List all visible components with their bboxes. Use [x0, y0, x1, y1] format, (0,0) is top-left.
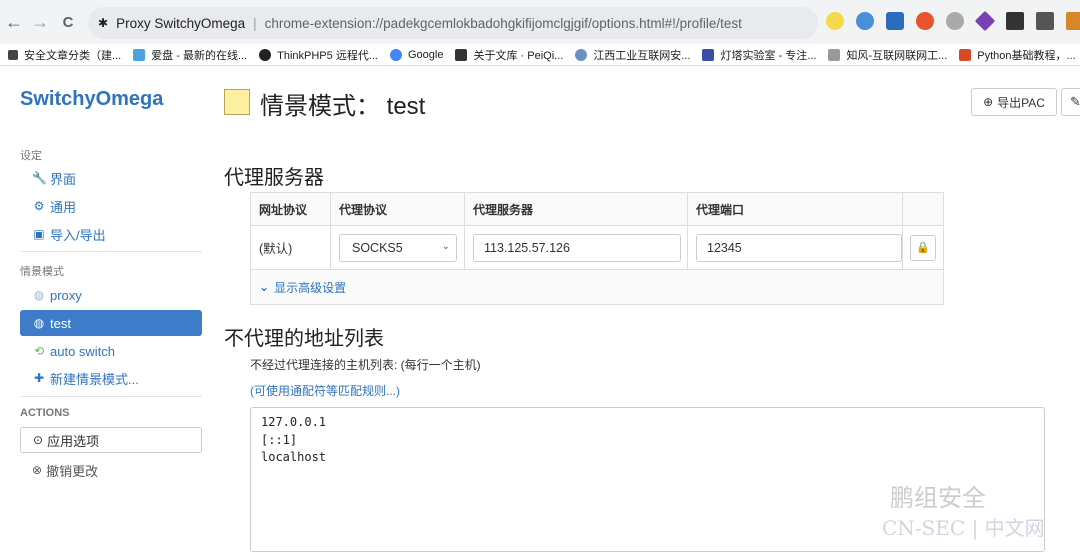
column-header: 代理协议 — [331, 193, 465, 225]
bookmark-item[interactable]: ThinkPHP5 远程代... — [259, 47, 378, 63]
bookmark-item[interactable]: 关于文库 · PeiQi... — [455, 47, 563, 63]
section-settings-heading: 设定 — [20, 150, 42, 162]
bypass-description: 不经过代理连接的主机列表: (每行一个主机) — [250, 358, 481, 372]
page-title: 情景模式： test — [260, 93, 426, 120]
c-logo-icon — [959, 48, 972, 61]
lock-icon[interactable]: 🔒 — [910, 234, 936, 261]
auth-cell: 🔒 — [903, 226, 943, 269]
column-header: 代理服务器 — [465, 193, 688, 225]
sidebar-item-auto-switch[interactable]: ⟲ auto switch — [20, 338, 202, 364]
protocol-select[interactable]: SOCKS5 ⌄ — [339, 233, 457, 262]
bookmark-item[interactable]: 灯塔实验室 - 专注... — [702, 47, 816, 63]
bypass-line: localhost — [261, 450, 327, 464]
extension-diamond-icon[interactable] — [974, 10, 996, 32]
proxy-servers-heading: 代理服务器 — [224, 167, 324, 189]
bookmark-item[interactable]: Python基础教程，... — [959, 47, 1076, 63]
globe-icon: ◍ — [33, 316, 45, 330]
protocol-cell: SOCKS5 ⌄ — [331, 226, 465, 269]
shield-icon — [702, 48, 715, 61]
sidebar-item-interface[interactable]: 🔧 界面 — [20, 165, 202, 191]
sidebar-item-proxy[interactable]: ◍ proxy — [20, 282, 202, 308]
floppy-icon: ▣ — [33, 227, 45, 241]
bookmark-item[interactable]: 安全文章分类（建... — [8, 47, 121, 63]
table-row: (默认) SOCKS5 ⌄ 113.125.57.126 12345 🔒 — [251, 226, 943, 270]
main-content: 情景模式： test ⊕ 导出PAC ✎ 代理服务器 网址协议 代理协议 代理服务… — [214, 66, 1080, 552]
proxy-table: 网址协议 代理协议 代理服务器 代理端口 (默认) SOCKS5 ⌄ 113.12… — [250, 192, 944, 305]
show-advanced-link[interactable]: ⌄ 显示高级设置 — [251, 270, 943, 304]
extension-infinity-icon[interactable] — [916, 12, 934, 30]
bookmark-item[interactable]: 知风-互联网联网工... — [828, 47, 947, 63]
bookmarks-bar: 安全文章分类（建... 爱盘 - 最新的在线... ThinkPHP5 远程代.… — [0, 44, 1080, 66]
url-text: chrome-extension://padekgcemlokbadohgkif… — [264, 15, 742, 31]
apply-options-button[interactable]: ⊙ 应用选项 — [20, 427, 202, 453]
bookmark-item[interactable]: 江西工业互联网安... — [575, 47, 690, 63]
sidebar: SwitchyOmega 设定 🔧 界面 ⚙ 通用 ▣ 导入/导出 情景模式 ◍ pro… — [0, 66, 214, 543]
wind-icon — [828, 48, 841, 61]
gear-icon: ⚙ — [33, 199, 45, 213]
wildcard-rules-link[interactable]: (可使用通配符等匹配规则...) — [250, 382, 400, 399]
separator: | — [253, 15, 257, 31]
extension-globe-icon[interactable] — [856, 12, 874, 30]
globe-icon — [259, 48, 272, 61]
google-icon — [389, 48, 402, 61]
edit-button[interactable]: ✎ — [1061, 88, 1080, 116]
edit-icon: ✎ — [1070, 94, 1080, 109]
extension-icons — [826, 10, 1080, 32]
wrench-icon: 🔧 — [32, 171, 47, 185]
extension-qr-icon[interactable] — [1036, 12, 1054, 30]
forward-button[interactable]: → — [28, 10, 52, 34]
bookmark-item[interactable]: Google — [389, 48, 443, 61]
reload-button[interactable]: C — [56, 10, 80, 34]
bookmark-item[interactable]: 爱盘 - 最新的在线... — [133, 47, 247, 63]
watermark-site: CN-SEC | 中文网 — [882, 516, 1045, 540]
export-pac-button[interactable]: ⊕ 导出PAC — [971, 88, 1057, 116]
divider — [20, 396, 202, 397]
chevron-down-icon: ⌄ — [441, 240, 450, 252]
sidebar-item-new-profile[interactable]: ✚ 新建情景模式... — [20, 365, 202, 391]
tab-title: Proxy SwitchyOmega — [116, 15, 246, 31]
server-input[interactable]: 113.125.57.126 — [473, 233, 681, 262]
scheme-cell: (默认) — [251, 226, 331, 269]
sidebar-item-test[interactable]: ◍ test — [20, 310, 202, 336]
chevron-down-icon: ⌄ — [259, 280, 270, 294]
column-header: 代理端口 — [688, 193, 903, 225]
column-header: 网址协议 — [251, 193, 331, 225]
section-actions-heading: ACTIONS — [20, 407, 70, 419]
port-input[interactable]: 12345 — [696, 233, 902, 262]
bypass-line: [::1] — [261, 432, 298, 447]
sidebar-item-general[interactable]: ⚙ 通用 — [20, 193, 202, 219]
profile-color-swatch[interactable] — [224, 89, 250, 115]
extension-sun-icon[interactable] — [826, 12, 844, 30]
grid-icon — [8, 49, 18, 60]
bypass-line: 127.0.0.1 — [261, 415, 327, 429]
extension-gear-icon[interactable] — [946, 12, 964, 30]
watermark-text: 鹏组安全 — [890, 484, 986, 512]
plus-icon: ✚ — [33, 371, 45, 385]
table-header-row: 网址协议 代理协议 代理服务器 代理端口 — [251, 193, 943, 226]
server-cell: 113.125.57.126 — [465, 226, 688, 269]
x-circle-icon: ⊗ — [32, 463, 43, 477]
port-cell: 12345 — [688, 226, 903, 269]
extension-pen-icon[interactable] — [1006, 12, 1024, 30]
extension-paragraph-icon[interactable] — [1066, 12, 1080, 30]
book-icon — [455, 48, 468, 61]
brand-title: SwitchyOmega — [20, 88, 164, 110]
address-bar[interactable]: ✱ Proxy SwitchyOmega | chrome-extension:… — [88, 7, 818, 39]
download-icon: ⊕ — [983, 95, 994, 109]
extension-n-icon[interactable] — [886, 12, 904, 30]
browser-toolbar: ← → C ✱ Proxy SwitchyOmega | chrome-exte… — [0, 0, 1080, 44]
column-header — [903, 193, 943, 225]
globe-icon: ◍ — [33, 288, 45, 302]
back-button[interactable]: ← — [2, 10, 26, 34]
section-profiles-heading: 情景模式 — [20, 266, 64, 278]
sidebar-item-import-export[interactable]: ▣ 导入/导出 — [20, 221, 202, 247]
bypass-list-heading: 不代理的地址列表 — [224, 328, 384, 350]
retweet-icon: ⟲ — [33, 344, 45, 358]
discard-changes-button[interactable]: ⊗ 撤销更改 — [20, 458, 202, 482]
cloud-icon — [133, 48, 146, 61]
globe-icon — [575, 48, 588, 61]
extension-puzzle-icon: ✱ — [98, 16, 109, 30]
divider — [20, 251, 202, 252]
check-circle-icon: ⊙ — [33, 433, 44, 447]
